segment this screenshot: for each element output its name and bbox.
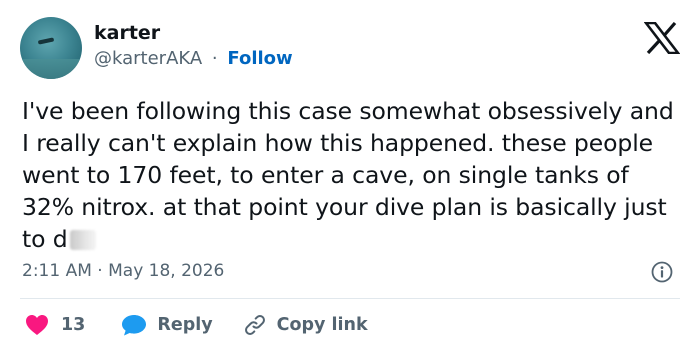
like-button[interactable]: 13 [25, 314, 85, 336]
meta-separator: · [97, 261, 103, 281]
follow-button[interactable]: Follow [227, 48, 292, 69]
x-logo-icon[interactable] [644, 22, 680, 54]
reply-label: Reply [157, 315, 213, 335]
author-name[interactable]: karter [94, 22, 160, 44]
tweet-time: 2:11 AM [22, 261, 92, 281]
info-icon[interactable] [651, 261, 673, 283]
avatar-floor [20, 59, 82, 79]
heart-icon [26, 315, 48, 335]
reply-button[interactable]: Reply [121, 314, 213, 336]
tweet-timestamp[interactable]: 2:11 AM · May 18, 2026 [22, 261, 224, 281]
copy-link-button[interactable]: Copy link [243, 313, 368, 337]
avatar[interactable] [20, 17, 82, 79]
divider [20, 298, 680, 299]
blurred-text-overlay [69, 230, 96, 250]
link-icon [244, 315, 265, 335]
like-count: 13 [61, 315, 86, 335]
handle-separator: · [211, 48, 218, 69]
tweet-text-container: I've been following this case somewhat o… [22, 95, 682, 255]
tweet-date: May 18, 2026 [108, 261, 225, 281]
action-bar: 13 Reply Copy link [25, 310, 368, 340]
speech-bubble-icon [122, 315, 147, 336]
avatar-diver [37, 37, 55, 45]
copy-link-label: Copy link [276, 315, 368, 335]
author-handle-row: @karterAKA · Follow [94, 48, 293, 69]
author-handle[interactable]: @karterAKA [94, 48, 202, 69]
tweet-text: I've been following this case somewhat o… [22, 97, 674, 253]
